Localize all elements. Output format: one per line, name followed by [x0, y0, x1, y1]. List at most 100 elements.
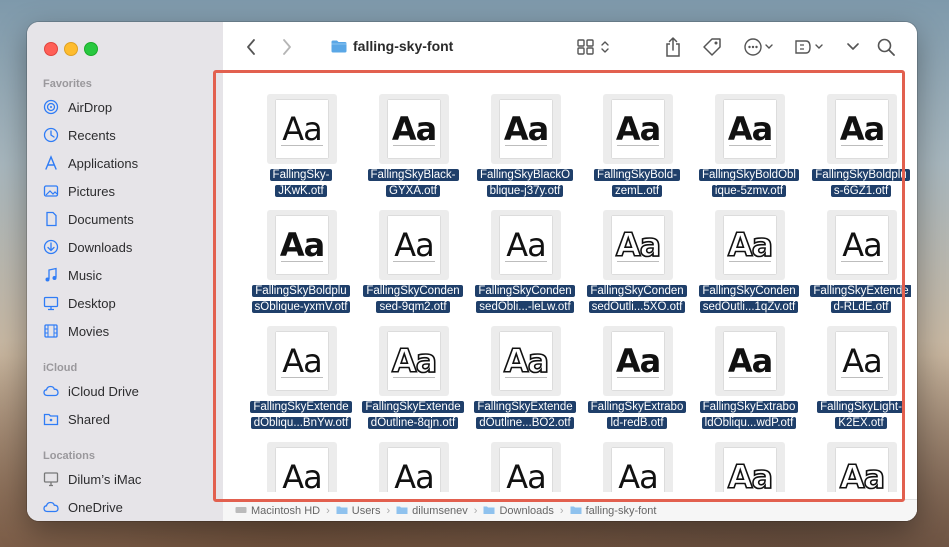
sidebar-item-desktop[interactable]: Desktop	[43, 292, 215, 314]
file-name-label: FallingSkyExtende dOutline...BO2.otf	[469, 399, 581, 431]
font-sample-text: Aa	[727, 110, 773, 148]
path-separator: ›	[386, 505, 391, 517]
path-crumb[interactable]: Macintosh HD	[235, 505, 320, 518]
file-name-line-1: FallingSkyLight-	[817, 401, 905, 413]
document-icon	[43, 211, 59, 227]
file-name-label: FallingSkyBold-zemL.otf	[581, 167, 693, 199]
sidebar-item-icloud-drive[interactable]: iCloud Drive	[43, 380, 215, 402]
file-name-line-1: FallingSkyBold-	[594, 169, 680, 181]
sidebar-item-label: AirDrop	[68, 99, 113, 115]
font-sample-text: Aa	[727, 342, 773, 380]
overflow-button[interactable]	[843, 36, 863, 58]
icon-grid-icon	[577, 39, 609, 55]
baseline-rule	[505, 261, 547, 262]
sidebar-item-airdrop[interactable]: AirDrop	[43, 96, 215, 118]
path-crumb[interactable]: falling-sky-font	[570, 505, 657, 518]
sidebar-item-shared[interactable]: Shared	[43, 408, 215, 430]
file-name-line-2: sedObli...-leLw.otf	[476, 301, 574, 313]
path-crumb[interactable]: Downloads	[483, 505, 554, 518]
font-thumbnail: Aa	[267, 210, 337, 280]
zoom-window-button[interactable]	[84, 42, 98, 56]
font-sample-text: Aa	[282, 110, 322, 148]
baseline-rule	[393, 145, 435, 146]
path-crumb[interactable]: dilumsenev	[396, 505, 468, 518]
sidebar-item-recents[interactable]: Recents	[43, 124, 215, 146]
more-actions-button[interactable]	[743, 36, 777, 58]
file-name-label: FallingSkyLight- K2EX.otf	[805, 399, 911, 431]
window-title: falling-sky-font	[331, 38, 453, 54]
file-name-line-1: FallingSkyBoldplu	[812, 169, 910, 181]
sidebar-item-documents[interactable]: Documents	[43, 208, 215, 230]
font-sample-text: Aa	[839, 110, 885, 148]
sidebar-item-label: Shared	[68, 411, 110, 427]
file-name-line-1: FallingSkyConden	[699, 285, 799, 297]
search-button[interactable]	[875, 36, 897, 58]
file-name-label: FallingSkyExtende dObliqu...BnYw.otf	[245, 399, 357, 431]
font-preview: Aa	[500, 216, 552, 274]
forward-button[interactable]	[277, 36, 297, 58]
cloud-icon	[43, 499, 59, 515]
font-sample-text: Aa	[842, 226, 882, 264]
airdrop-icon	[43, 99, 59, 115]
font-thumbnail: Aa	[267, 94, 337, 164]
applications-icon	[43, 155, 59, 171]
font-sample-text: Aa	[394, 226, 434, 264]
sidebar-item-music[interactable]: Music	[43, 264, 215, 286]
baseline-rule	[617, 261, 659, 262]
minimize-window-button[interactable]	[64, 42, 78, 56]
sidebar-item-applications[interactable]: Applications	[43, 152, 215, 174]
download-icon	[43, 239, 59, 255]
close-window-button[interactable]	[44, 42, 58, 56]
back-button[interactable]	[241, 36, 261, 58]
toolbar: falling-sky-font	[223, 22, 917, 72]
sidebar-item-pictures[interactable]: Pictures	[43, 180, 215, 202]
sidebar-item-label: Pictures	[68, 183, 115, 199]
sidebar-item-onedrive[interactable]: OneDrive	[43, 496, 215, 518]
share-button[interactable]	[663, 36, 683, 58]
file-name-line-2: dObliqu...BnYw.otf	[250, 417, 352, 429]
folder-icon	[483, 505, 495, 518]
font-preview: Aa	[500, 332, 552, 390]
chevron-down-icon	[847, 43, 859, 50]
sidebar-item-dilum-s-imac[interactable]: Dilum’s iMac	[43, 468, 215, 490]
file-name-line-1: FallingSkyBoldObl	[699, 169, 799, 181]
group-button[interactable]	[793, 36, 827, 58]
file-name-line-1: FallingSkyExtende	[474, 401, 576, 413]
baseline-rule	[729, 261, 771, 262]
baseline-rule	[841, 377, 883, 378]
file-name-label: FallingSkyConden sed-9qm2.otf	[357, 283, 469, 315]
sidebar-item-label: Applications	[68, 155, 139, 171]
path-crumb[interactable]: Users	[336, 505, 380, 518]
sidebar-item-label: Documents	[68, 211, 134, 227]
sidebar-item-downloads[interactable]: Downloads	[43, 236, 215, 258]
clock-icon	[43, 127, 59, 143]
file-name-line-2: ld-redB.otf	[607, 417, 667, 429]
file-name-line-2: d-RLdE.otf	[830, 301, 892, 313]
font-sample-text: Aa	[394, 458, 434, 492]
font-thumbnail: Aa	[379, 326, 449, 396]
file-name-label: FallingSkyBlackO blique-j37y.otf	[469, 167, 581, 199]
font-sample-text: Aa	[506, 458, 546, 492]
file-name-label: FallingSkyConden sedOutli...1qZv.otf	[693, 283, 805, 315]
baseline-rule	[617, 145, 659, 146]
file-name-line-2: sedOutli...1qZv.otf	[699, 301, 799, 313]
view-options-button[interactable]	[577, 36, 613, 58]
font-preview: Aa	[612, 100, 664, 158]
baseline-rule	[841, 145, 883, 146]
path-crumb-label: falling-sky-font	[585, 505, 657, 517]
tag-icon	[703, 38, 721, 56]
font-thumbnail: Aa	[379, 442, 449, 492]
font-sample-text: Aa	[282, 458, 322, 492]
path-bar: Macintosh HD › Users › dilumsenev › Downloads ›…	[223, 499, 917, 521]
file-name-label: FallingSkyBoldObl ique-5zmv.otf	[693, 167, 805, 199]
sidebar-item-movies[interactable]: Movies	[43, 320, 215, 342]
tags-button[interactable]	[701, 36, 723, 58]
font-preview: Aa	[500, 100, 552, 158]
font-thumbnail: Aa	[379, 94, 449, 164]
sidebar-item-label: OneDrive	[68, 499, 123, 515]
shared-folder-icon	[43, 411, 59, 427]
font-preview: Aa	[388, 448, 440, 492]
font-preview: Aa	[836, 216, 888, 274]
font-preview: Aa	[836, 100, 888, 158]
font-sample-text: Aa	[391, 110, 437, 148]
